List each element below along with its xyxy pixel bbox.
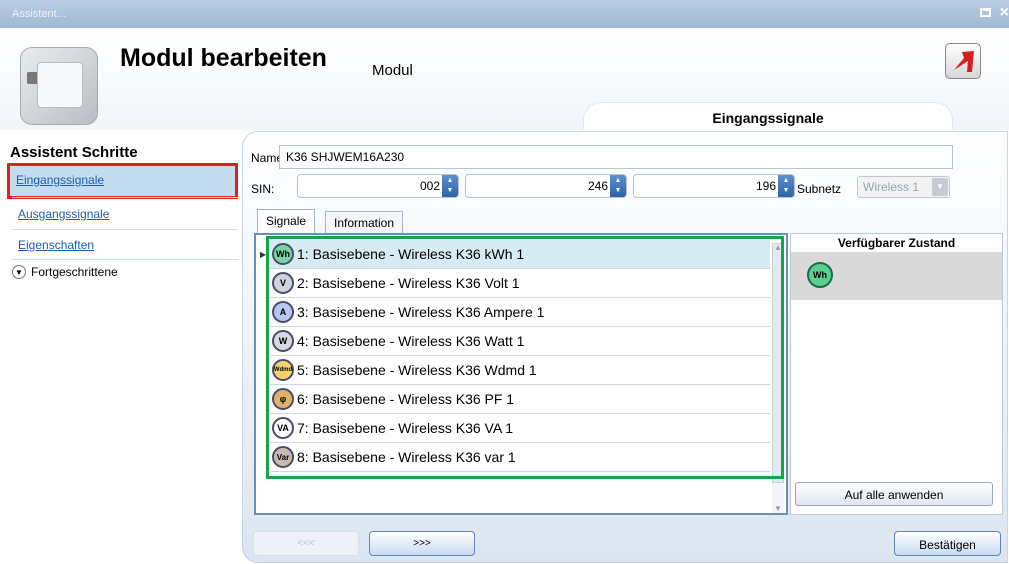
list-item[interactable]: φ 6: Basisebene - Wireless K36 PF 1: [270, 385, 770, 414]
status-header: Verfügbarer Zustand: [837, 236, 956, 250]
scroll-down-icon[interactable]: ▼: [772, 504, 784, 513]
sidebar-item-eingangssignale[interactable]: Eingangssignale: [7, 163, 238, 199]
window-title: Assistent...: [12, 8, 66, 20]
tab-information[interactable]: Information: [325, 211, 404, 233]
signal-label: 6: Basisebene - Wireless K36 PF 1: [297, 391, 515, 407]
status-band: Wh: [791, 252, 1002, 300]
tab-signale[interactable]: Signale: [257, 209, 316, 233]
app-logo-icon[interactable]: [945, 43, 981, 79]
ampere-icon: A: [272, 301, 294, 323]
list-scrollbar[interactable]: ▲ ▼: [772, 243, 784, 513]
list-item[interactable]: V 2: Basisebene - Wireless K36 Volt 1: [270, 269, 770, 298]
signal-label: 3: Basisebene - Wireless K36 Ampere 1: [297, 304, 545, 320]
scroll-up-icon[interactable]: ▲: [772, 243, 784, 252]
close-icon[interactable]: ×: [1000, 4, 1009, 22]
sin-stepper-2[interactable]: 246 ▲ ▼: [465, 174, 627, 198]
apply-all-button[interactable]: Auf alle anwenden: [795, 482, 993, 506]
sin-stepper-1[interactable]: 002 ▲ ▼: [297, 174, 459, 198]
section-tab-title: Eingangssignale: [583, 102, 953, 130]
chevron-down-icon: ▼: [932, 178, 948, 196]
chevron-down-icon: ▼: [12, 265, 26, 279]
list-item[interactable]: VA 7: Basisebene - Wireless K36 VA 1: [270, 414, 770, 443]
list-item[interactable]: W 4: Basisebene - Wireless K36 Watt 1: [270, 327, 770, 356]
subnet-label: Subnetz: [797, 182, 842, 196]
signal-label: 1: Basisebene - Wireless K36 kWh 1: [297, 246, 525, 262]
name-field[interactable]: K36 SHJWEM16A230: [279, 145, 953, 169]
signal-label: 4: Basisebene - Wireless K36 Watt 1: [297, 333, 525, 349]
spin-arrows-icon[interactable]: ▲ ▼: [778, 175, 794, 197]
sidebar-item-eigenschaften[interactable]: Eigenschaften: [12, 231, 237, 261]
status-panel: Verfügbarer Zustand Wh: [790, 233, 1003, 515]
kwh-icon: Wh: [272, 243, 294, 265]
scrollbar-thumb[interactable]: [772, 243, 784, 483]
maximize-icon[interactable]: [980, 8, 991, 17]
sin-value-1: 002: [419, 179, 440, 193]
window-titlebar: Assistent... ×: [0, 0, 1009, 28]
spin-arrows-icon[interactable]: ▲ ▼: [442, 175, 458, 197]
page-subtitle: Modul: [372, 62, 413, 79]
list-item[interactable]: A 3: Basisebene - Wireless K36 Ampere 1: [270, 298, 770, 327]
list-item[interactable]: Wdmd 5: Basisebene - Wireless K36 Wdmd 1: [270, 356, 770, 385]
signal-label: 8: Basisebene - Wireless K36 var 1: [297, 449, 516, 465]
divider: [12, 229, 238, 230]
var-icon: Var: [272, 446, 294, 468]
divider: [12, 197, 238, 198]
wdmd-icon: Wdmd: [272, 359, 294, 381]
sidebar: Assistent Schritte Eingangssignale Ausga…: [0, 130, 240, 564]
sidebar-title: Assistent Schritte: [10, 144, 138, 161]
power-factor-icon: φ: [272, 388, 294, 410]
spin-arrows-icon[interactable]: ▲ ▼: [610, 175, 626, 197]
signal-label: 7: Basisebene - Wireless K36 VA 1: [297, 420, 514, 436]
sin-stepper-3[interactable]: 196 ▲ ▼: [633, 174, 795, 198]
kwh-status-icon[interactable]: Wh: [807, 262, 833, 288]
list-item[interactable]: Wh 1: Basisebene - Wireless K36 kWh 1: [270, 240, 770, 269]
sin-label: SIN:: [251, 182, 275, 196]
volt-icon: V: [272, 272, 294, 294]
signal-label: 5: Basisebene - Wireless K36 Wdmd 1: [297, 362, 537, 378]
subnet-value: Wireless 1: [863, 180, 920, 194]
row-indicator-icon: ▶: [260, 250, 267, 259]
sidebar-advanced-label: Fortgeschrittene: [31, 265, 118, 279]
header: Modul bearbeiten Modul Eingangssignale: [0, 28, 1009, 130]
next-button[interactable]: >>>: [369, 531, 475, 556]
previous-button[interactable]: <<<: [253, 531, 359, 556]
list-item[interactable]: Var 8: Basisebene - Wireless K36 var 1: [270, 443, 770, 472]
watt-icon: W: [272, 330, 294, 352]
va-icon: VA: [272, 417, 294, 439]
sin-value-2: 246: [587, 179, 608, 193]
sin-value-3: 196: [755, 179, 776, 193]
signals-list: ▶ Wh 1: Basisebene - Wireless K36 kWh 1 …: [254, 233, 788, 515]
confirm-button[interactable]: Bestätigen: [894, 531, 1001, 556]
sidebar-item-ausgangssignale[interactable]: Ausgangssignale: [12, 200, 237, 230]
divider: [12, 259, 238, 260]
signal-label: 2: Basisebene - Wireless K36 Volt 1: [297, 275, 520, 291]
module-device-icon: [20, 47, 98, 125]
page-title: Modul bearbeiten: [120, 44, 327, 72]
subnet-select[interactable]: Wireless 1 ▼: [857, 176, 950, 198]
sidebar-item-advanced[interactable]: ▼ Fortgeschrittene: [12, 261, 118, 283]
